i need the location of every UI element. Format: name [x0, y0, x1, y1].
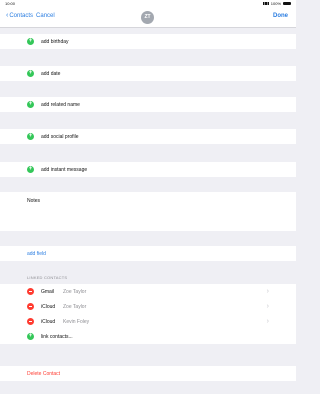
add-icon[interactable]: + — [27, 38, 34, 45]
linked-contact-row[interactable]: Gmail Zoe Taylor › — [0, 284, 296, 299]
add-related-name-row[interactable]: + add related name — [0, 97, 296, 112]
chevron-right-icon: › — [266, 303, 269, 310]
chevron-left-icon: ‹ — [6, 12, 9, 19]
remove-icon[interactable] — [27, 288, 34, 295]
status-indicators: 100% — [262, 1, 291, 6]
delete-contact-button[interactable]: Delete Contact — [27, 371, 60, 377]
remove-icon[interactable] — [27, 318, 34, 325]
chevron-right-icon: › — [266, 318, 269, 325]
navigation-bar: ‹ Contacts Cancel ZT Done — [0, 7, 296, 28]
linked-name: Zoe Taylor — [63, 303, 87, 310]
add-field-button[interactable]: add field — [27, 251, 46, 257]
linked-service: Gmail — [41, 288, 55, 295]
add-icon[interactable]: + — [27, 133, 34, 140]
add-date-row[interactable]: + add date — [0, 66, 296, 81]
add-birthday-row[interactable]: + add birthday — [0, 34, 296, 49]
remove-icon[interactable] — [27, 303, 34, 310]
chevron-right-icon: › — [266, 288, 269, 295]
notes-field[interactable]: Notes — [0, 192, 296, 231]
linked-name: Zoe Taylor — [63, 288, 87, 295]
add-instant-message-label: add instant message — [41, 166, 88, 173]
linked-name: Kevin Foley — [63, 318, 90, 325]
add-social-profile-label: add social profile — [41, 133, 79, 140]
link-contacts-row[interactable]: + link contacts... — [0, 329, 296, 344]
linked-service: iCloud — [41, 318, 56, 325]
add-birthday-label: add birthday — [41, 38, 69, 45]
back-label: Contacts — [9, 13, 34, 19]
signal-icon — [262, 2, 269, 5]
linked-service: iCloud — [41, 303, 56, 310]
link-contacts-label: link contacts... — [41, 333, 73, 340]
avatar[interactable]: ZT — [141, 11, 154, 24]
linked-contacts-header: LINKED CONTACTS — [27, 275, 68, 280]
linked-contact-row[interactable]: iCloud Kevin Foley › — [0, 314, 296, 329]
battery-percent: 100% — [270, 1, 281, 6]
add-icon[interactable]: + — [27, 333, 34, 340]
add-related-name-label: add related name — [41, 101, 80, 108]
battery-icon — [283, 1, 291, 6]
cancel-button[interactable]: Cancel — [36, 13, 55, 19]
done-button[interactable]: Done — [273, 13, 288, 19]
add-field-row[interactable]: add field — [0, 246, 296, 261]
add-instant-message-row[interactable]: + add instant message — [0, 162, 296, 177]
status-bar: 10:00 100% — [0, 0, 296, 7]
add-icon[interactable]: + — [27, 101, 34, 108]
notes-label: Notes — [27, 198, 41, 204]
delete-contact-row[interactable]: Delete Contact — [0, 366, 296, 381]
back-button[interactable]: ‹ Contacts Cancel — [6, 12, 55, 19]
add-date-label: add date — [41, 70, 61, 77]
linked-contact-row[interactable]: iCloud Zoe Taylor › — [0, 299, 296, 314]
add-social-profile-row[interactable]: + add social profile — [0, 129, 296, 144]
add-icon[interactable]: + — [27, 166, 34, 173]
add-icon[interactable]: + — [27, 70, 34, 77]
status-time: 10:00 — [5, 1, 16, 6]
